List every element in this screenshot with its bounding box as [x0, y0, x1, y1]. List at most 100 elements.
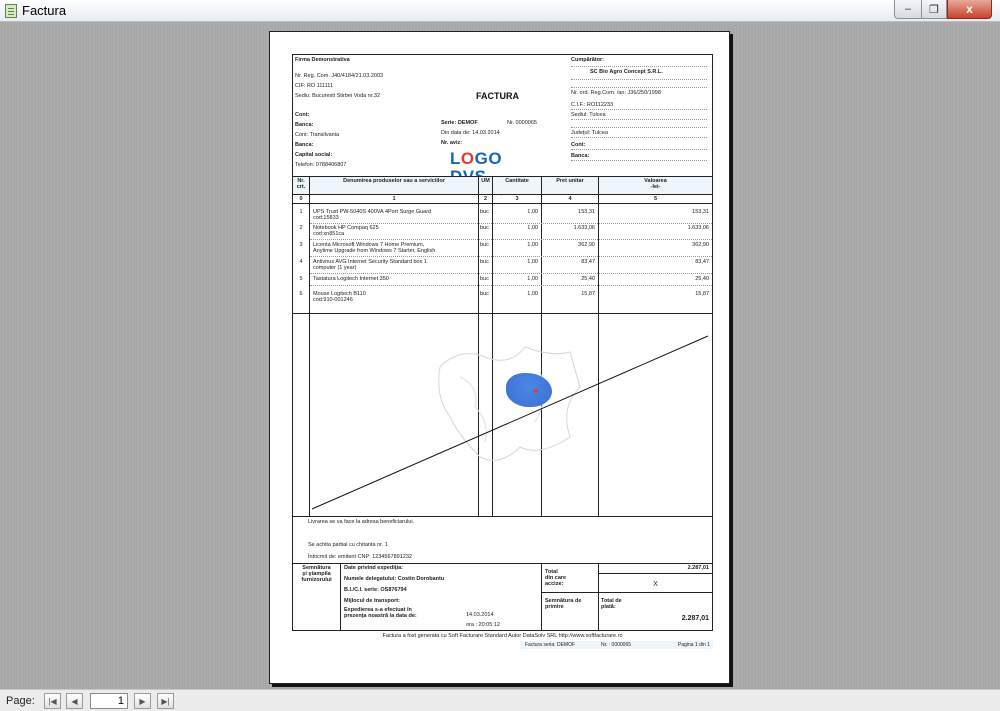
- supplier-account-2: Cont: Transilvania: [295, 132, 340, 138]
- issuer-note: Întocmit de: emitent CNP: 1234567891232: [308, 554, 412, 560]
- col-number: 1: [392, 196, 396, 202]
- row-value: 25,40: [695, 276, 709, 282]
- row-um: buc: [480, 209, 489, 215]
- maximize-icon: ❐: [929, 3, 939, 16]
- row-qty: 1,00: [527, 242, 538, 248]
- row-value: 15,87: [695, 291, 709, 297]
- col-um-header: UM: [481, 178, 490, 184]
- footer-page: Pagina 1 din 1: [678, 642, 710, 648]
- buyer-name: SC Bio Agro Concept S.R.L.: [590, 69, 663, 75]
- total-pay-amount: 2.287,01: [681, 615, 709, 622]
- row-price: 15,87: [581, 291, 595, 297]
- supplier-reg-com: Nr. Reg. Com. J40/4184/21.03.2003: [295, 73, 384, 79]
- row-nr: 4: [299, 259, 303, 265]
- row-value: 362,90: [692, 242, 709, 248]
- row-value: 83,47: [695, 259, 709, 265]
- minimize-button[interactable]: –: [894, 0, 921, 19]
- row-nr: 1: [299, 209, 303, 215]
- supplier-bank-2: Banca:: [295, 142, 314, 148]
- receipt-signature-label: primire: [545, 604, 564, 610]
- buyer-reg-com: Nr. ord. Reg.Com. /an: J36/250/1998: [571, 90, 661, 96]
- delivery-note: Livrarea se va face la adresa beneficiar…: [308, 519, 415, 525]
- col-name-header: Denumirea produselor sau a serviciilor: [343, 178, 445, 184]
- previous-page-icon: ◀: [71, 696, 78, 706]
- buyer-account: Cont:: [571, 142, 586, 148]
- partial-payment-note: Se achita partial cu chitanta nr. 1: [308, 542, 388, 548]
- row-um: buc: [480, 291, 489, 297]
- next-page-icon: ▶: [139, 696, 146, 706]
- last-page-button[interactable]: ▶|: [157, 693, 174, 709]
- supplier-cif: CIF: RO 111111: [295, 83, 334, 89]
- close-button[interactable]: x: [947, 0, 992, 19]
- transport-label: Mijlocul de transport:: [344, 598, 400, 604]
- row-price: 83,47: [581, 259, 595, 265]
- footer-series: Factura seria: DEMOF: [525, 642, 576, 648]
- row-nr: 5: [299, 276, 303, 282]
- col-price-header: Pret unitar: [556, 178, 584, 184]
- row-value: 153,31: [692, 209, 709, 215]
- expedition-date: 14.03.2014: [466, 612, 494, 618]
- col-qty-header: Cantitate: [505, 178, 529, 184]
- expedition-time: ora : 20:05:12: [466, 622, 500, 628]
- close-icon: x: [966, 2, 973, 16]
- row-value: 1.633,06: [687, 225, 709, 231]
- buyer-bank: Banca:: [571, 153, 590, 159]
- row-um: buc: [480, 259, 489, 265]
- col-number: 2: [483, 196, 488, 202]
- col-number: 5: [653, 196, 658, 202]
- row-price: 1.633,06: [573, 225, 595, 231]
- buyer-label: Cumpărător:: [571, 57, 605, 63]
- supplier-address: Sediu: Bucuresti Stirbei Voda nr.32: [295, 93, 380, 99]
- generated-by-note: Factura a fost generata cu Soft Facturar…: [382, 633, 623, 639]
- title-bar: Factura – ❐ x: [0, 0, 1000, 22]
- col-number: 3: [515, 196, 519, 202]
- invoice-aviz: Nr. aviz:: [441, 140, 463, 146]
- row-nr: 6: [299, 291, 303, 297]
- invoice-series: Serie: DEMOF: [441, 120, 478, 126]
- row-price: 25,40: [581, 276, 595, 282]
- row-um: buc: [480, 225, 489, 231]
- row-name: Tastatura Logitech Internet 350: [313, 276, 389, 282]
- footer-number: Nr. : 0000065: [601, 642, 632, 648]
- supplier-account-1: Cont:: [295, 112, 310, 118]
- total-pay-label: plată:: [601, 604, 616, 610]
- buyer-address: Sediul: Tulcea: [571, 112, 606, 118]
- row-price: 362,90: [578, 242, 595, 248]
- next-page-button[interactable]: ▶: [134, 693, 151, 709]
- row-um: buc: [480, 242, 489, 248]
- last-page-icon: ▶|: [161, 696, 170, 706]
- buyer-cif: C.I.F.: RO112233: [571, 102, 614, 108]
- supplier-signature-label: furnizorului: [301, 577, 332, 583]
- supplier-capital: Capital social:: [295, 152, 333, 158]
- strike-through-line: [311, 335, 709, 510]
- col-value-unit: -lei-: [650, 184, 661, 190]
- report-viewer[interactable]: Firma Demonstrativa Nr. Reg. Com. J40/41…: [0, 22, 1000, 689]
- total-amount: 2.287,01: [687, 565, 709, 571]
- row-qty: 1,00: [527, 259, 538, 265]
- row-price: 153,31: [578, 209, 595, 215]
- row-code: cod:xn851ca: [313, 231, 345, 237]
- maximize-button[interactable]: ❐: [921, 0, 947, 19]
- delegate-name: Numele delegatului: Costin Dorobantu: [344, 576, 445, 582]
- row-code: cod:15833: [313, 215, 339, 221]
- col-nr-header: Nr. crt.: [296, 178, 306, 190]
- row-nr: 2: [299, 225, 303, 231]
- invoice-title: FACTURA: [476, 91, 519, 101]
- supplier-bank-1: Banca:: [295, 122, 314, 128]
- supplier-name: Firma Demonstrativa: [295, 57, 350, 63]
- previous-page-button[interactable]: ◀: [66, 693, 83, 709]
- first-page-button[interactable]: |◀: [44, 693, 61, 709]
- page-navigation-bar: Page: |◀ ◀ ▶ ▶|: [0, 689, 1000, 711]
- row-qty: 1,00: [527, 291, 538, 297]
- col-number: 4: [568, 196, 572, 202]
- buyer-county: Judeţul: Tulcea: [571, 130, 608, 136]
- row-nr: 3: [299, 242, 303, 248]
- excise-mark: X: [653, 581, 658, 588]
- invoice-number: Nr. 0000065: [507, 120, 537, 126]
- supplier-phone: Telefon: 0788406807: [295, 162, 347, 168]
- expedition-line-2: prezenţa noastră la data de:: [344, 613, 417, 619]
- page-number-input[interactable]: [90, 693, 128, 709]
- invoice-date: Din data de: 14.03.2014: [441, 130, 500, 136]
- col-number: 0: [299, 196, 303, 202]
- window-title: Factura: [22, 3, 67, 18]
